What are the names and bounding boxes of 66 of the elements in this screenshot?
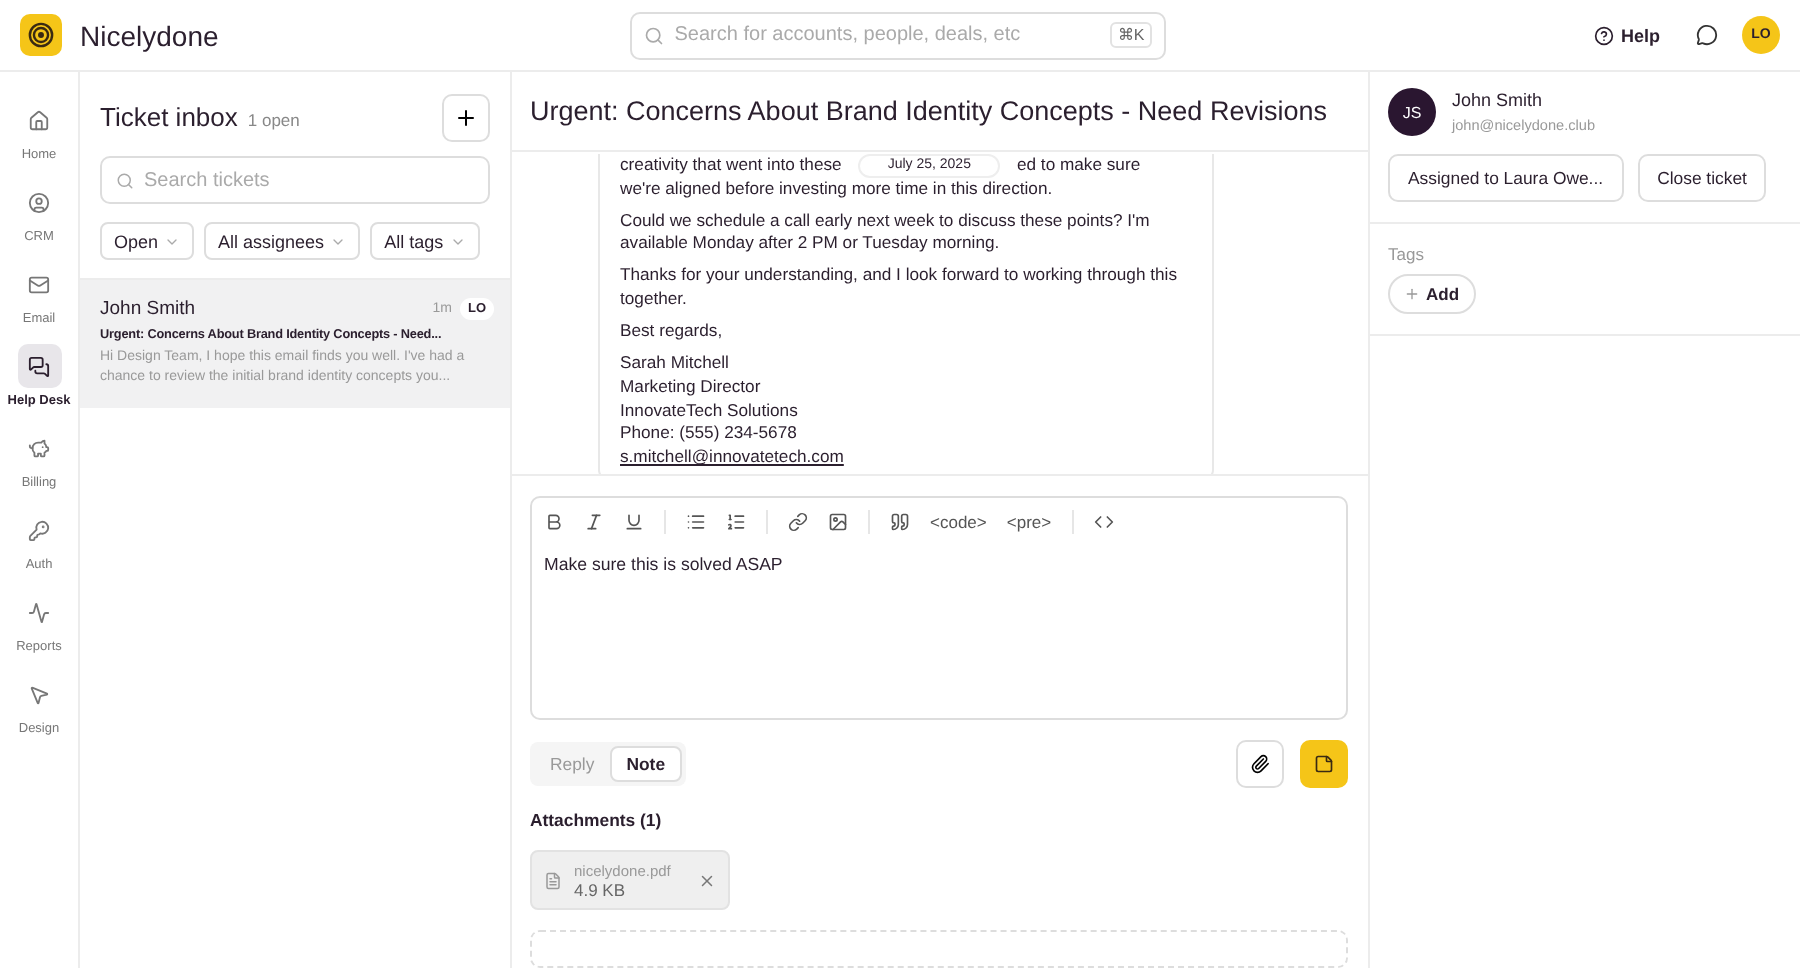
- code-format-button[interactable]: <code>: [930, 511, 987, 532]
- editor-text: Make sure this is solved ASAP: [544, 553, 785, 574]
- nav-icon: [28, 273, 50, 295]
- chat-icon[interactable]: [1696, 24, 1718, 46]
- nav-icon: [28, 109, 50, 131]
- close-icon[interactable]: [698, 871, 716, 890]
- file-size: 4.9 KB: [574, 879, 628, 900]
- signature-line: Phone: (555) 234-5678: [620, 422, 799, 447]
- nav-icon: [28, 355, 50, 377]
- inbox-title: Ticket inbox: [100, 102, 238, 132]
- add-button[interactable]: [442, 93, 490, 141]
- add-tag-button[interactable]: Add: [1388, 274, 1476, 314]
- email-paragraph: Best regards,: [620, 320, 725, 344]
- signature-line: InnovateTech Solutions: [620, 399, 800, 423]
- code-icon[interactable]: [1093, 511, 1114, 532]
- shortcut-hint: ⌘K: [1109, 22, 1153, 48]
- global-search-field[interactable]: Search for accounts, people, deals, etc ⌘K: [630, 11, 1167, 59]
- underline-icon[interactable]: [624, 511, 644, 532]
- close-ticket-button[interactable]: Close ticket: [1637, 154, 1767, 202]
- italic-icon[interactable]: [584, 511, 604, 532]
- tags-label: Tags: [1388, 244, 1426, 264]
- help-button[interactable]: Help: [1582, 23, 1672, 47]
- search-icon: [116, 171, 134, 189]
- attach-button[interactable]: [1236, 740, 1284, 789]
- email-paragraph: Thanks for your understanding, and I look forward to working through this together.: [620, 264, 1179, 312]
- search-icon: [644, 25, 665, 45]
- logo-icon: [20, 14, 62, 56]
- file-icon: [544, 871, 562, 890]
- email-link[interactable]: s.mitchell@innovatetech.com: [620, 446, 844, 467]
- open-count: 1 open: [247, 110, 300, 130]
- email-paragraph: we're aligned before investing more time in this direction.: [620, 177, 1055, 202]
- signature-line: Marketing Director: [620, 375, 763, 400]
- bullet-list-icon[interactable]: [686, 511, 706, 532]
- filter-dropdown[interactable]: Open: [100, 222, 195, 260]
- numbered-list-icon[interactable]: [726, 511, 746, 532]
- nav-icon: [28, 519, 50, 541]
- nav-icon: [28, 191, 50, 213]
- plus-icon: [1404, 286, 1420, 302]
- nav-icon: [28, 437, 50, 459]
- attachments-title: Attachments (1): [530, 810, 664, 831]
- contact-avatar: JS: [1388, 88, 1436, 136]
- quote-icon[interactable]: [890, 511, 910, 532]
- nav-icon: [27, 601, 50, 623]
- nav-icon: [28, 683, 50, 705]
- mode-tab[interactable]: Note: [610, 746, 682, 783]
- code-format-button[interactable]: <pre>: [1006, 511, 1052, 532]
- add-note-button[interactable]: [1300, 740, 1348, 789]
- email-paragraph: Could we schedule a call early next week to discuss these points? I'm available Monday after 2 PM or Tuesday morning.: [620, 209, 1152, 257]
- email-text: creativity that went into these: [620, 153, 842, 178]
- filter-dropdown[interactable]: All assignees: [204, 222, 361, 260]
- bold-icon[interactable]: [544, 511, 564, 532]
- sticky-note-icon: [1314, 754, 1334, 775]
- email-text: ed to make sure: [1016, 153, 1141, 178]
- assign-button[interactable]: Assigned to Laura Owe...: [1388, 154, 1624, 202]
- filter-dropdown[interactable]: All tags: [370, 222, 480, 260]
- link-icon[interactable]: [788, 511, 808, 532]
- contact-name: John Smith: [1452, 90, 1545, 110]
- image-icon[interactable]: [828, 511, 848, 532]
- plus-icon: [454, 105, 478, 129]
- sender-name: John Smith: [100, 298, 196, 320]
- ticket-title: Urgent: Concerns About Brand Identity Concepts - Need Revisions: [530, 95, 1327, 126]
- signature-line: Sarah Mitchell: [620, 351, 731, 376]
- help-icon: [1594, 25, 1615, 45]
- paperclip-icon: [1250, 754, 1270, 775]
- note-editor[interactable]: <code> <pre> Make sure this is solved ASAP: [530, 495, 1348, 721]
- app-name: Nicelydone: [80, 19, 219, 51]
